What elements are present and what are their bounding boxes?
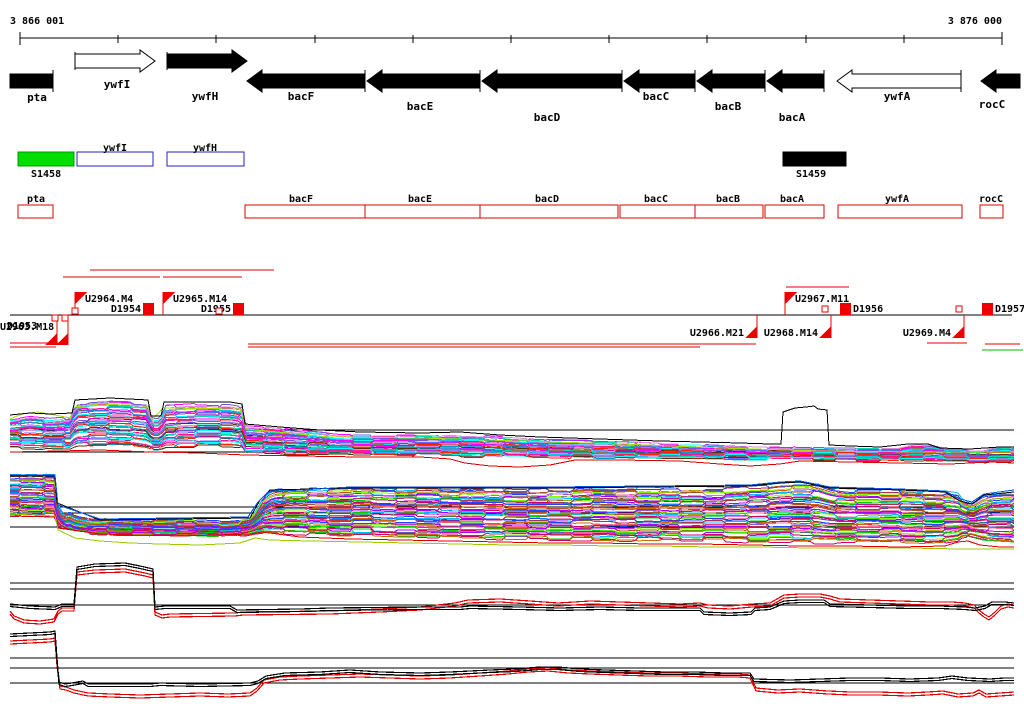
cds-label-bacD: bacD	[535, 194, 559, 205]
gene-ywfA[interactable]	[836, 69, 962, 93]
probe-track: U2964.M4U2965.M14U2967.M11D1954D1955D195…	[0, 269, 1024, 351]
gene-label-ywfA: ywfA	[884, 90, 911, 103]
cds-box-bacF[interactable]	[244, 204, 366, 219]
cds-label-ywfA: ywfA	[885, 194, 909, 205]
ratio-trace	[9, 571, 1015, 625]
probe-square-icon	[71, 307, 79, 315]
d-marker-box-icon	[982, 303, 993, 315]
segment-label-S1459: S1459	[796, 169, 826, 180]
cds-track: pta bacF bacE bacD bacC bacB bacA ywfA rocC	[17, 194, 1004, 219]
cds-box-pta[interactable]	[17, 204, 54, 219]
gene-label-bacA: bacA	[779, 111, 806, 124]
cds-label-pta: pta	[27, 194, 45, 205]
gene-label-bacD: bacD	[534, 111, 561, 124]
gene-bacB[interactable]	[696, 69, 766, 93]
probe-marker-U2969.M4[interactable]: U2969.M4	[903, 315, 965, 339]
gene-bacF[interactable]	[246, 69, 366, 93]
cds-label-rocC: rocC	[979, 194, 1003, 205]
probe-label: U2968.M14	[764, 328, 818, 339]
gene-bacE[interactable]	[366, 69, 481, 93]
cds-box-bacE[interactable]	[364, 204, 481, 219]
gene-bacC[interactable]	[623, 69, 696, 93]
d-marker-box-icon	[840, 303, 851, 315]
cds-box-rocC[interactable]	[979, 204, 1004, 219]
d-marker-box-icon	[143, 303, 154, 315]
probe-label: U2966.M21	[690, 328, 744, 339]
down-flag-icon	[819, 326, 831, 338]
probe-square-icon	[51, 314, 59, 322]
probe-marker-U2966.M21[interactable]: U2966.M21	[690, 315, 758, 339]
cds-label-bacB: bacB	[716, 194, 740, 205]
ruler-end-coordinate: 3 876 000	[948, 16, 1002, 27]
cds-label-bacF: bacF	[289, 194, 313, 205]
probe-label: D1953	[7, 321, 37, 332]
cds-label-bacE: bacE	[408, 194, 432, 205]
down-flag-icon	[56, 333, 68, 345]
segment-label-S1458: S1458	[31, 169, 61, 180]
d-marker-box-icon	[233, 303, 244, 315]
segment-label-ywfI: ywfI	[103, 143, 127, 154]
probe-label: D1956	[853, 304, 883, 315]
cds-label-bacC: bacC	[644, 194, 668, 205]
cds-box-bacC[interactable]	[619, 204, 696, 219]
segment-box-S1459[interactable]	[782, 151, 847, 167]
down-flag-icon	[745, 326, 757, 338]
gene-ywfI[interactable]	[74, 49, 156, 73]
gene-label-pta: pta	[27, 91, 47, 104]
cds-box-bacA[interactable]	[764, 204, 825, 219]
gene-label-rocC: rocC	[979, 98, 1006, 111]
ruler-start-coordinate: 3 866 001	[10, 16, 64, 27]
ratio-trace	[9, 564, 1015, 617]
segment-box-S1458[interactable]	[17, 151, 75, 167]
segment-track: S1458 ywfI ywfH S1459	[17, 143, 847, 180]
segment-box-ywfI[interactable]	[76, 151, 154, 167]
gene-bacA[interactable]	[766, 69, 825, 93]
gene-label-ywfH: ywfH	[192, 90, 219, 103]
gene-pta[interactable]	[9, 73, 54, 89]
segment-box-ywfH[interactable]	[166, 151, 245, 167]
ratio-trace	[9, 568, 1015, 622]
browser-canvas: 3 866 001 3 876 000 pta ywfI ywfH bacF bacE b…	[0, 16, 1024, 699]
cds-box-ywfA[interactable]	[837, 204, 963, 219]
probe-square-icon	[821, 305, 829, 313]
gene-rocC[interactable]	[980, 69, 1021, 93]
gene-label-bacB: bacB	[715, 100, 742, 113]
ratio-trace	[9, 637, 1015, 696]
gene-bacD[interactable]	[481, 69, 623, 93]
down-flag-icon	[952, 326, 964, 338]
probe-label: D1957	[995, 304, 1024, 315]
probe-marker-D1957[interactable]: D1957	[982, 303, 1024, 315]
gene-label-bacE: bacE	[407, 100, 434, 113]
probe-label: D1954	[111, 304, 141, 315]
gene-track: pta ywfI ywfH bacF bacE bacD bacC bacB bacA ywfA r…	[9, 49, 1021, 124]
down-flag-icon	[45, 333, 57, 345]
probe-square-icon	[215, 307, 223, 315]
gene-label-bacF: bacF	[288, 90, 315, 103]
genome-browser: 3 866 001 3 876 000 pta ywfI ywfH bacF bacE b…	[0, 0, 1024, 714]
ruler-track	[19, 32, 1003, 45]
cds-label-bacA: bacA	[780, 194, 804, 205]
probe-square-icon	[955, 305, 963, 313]
cds-box-bacD[interactable]	[479, 204, 619, 219]
probe-marker-D1956[interactable]: D1956	[840, 303, 883, 315]
probe-marker-U2967.M11[interactable]: U2967.M11	[784, 292, 849, 315]
gene-label-ywfI: ywfI	[104, 78, 131, 91]
gene-ywfH[interactable]	[166, 49, 248, 73]
cds-box-bacB[interactable]	[694, 204, 764, 219]
probe-marker-D1954[interactable]: D1954	[111, 303, 154, 315]
signal-plots	[9, 397, 1015, 699]
probe-label: U2969.M4	[903, 328, 951, 339]
probe-square-icon	[61, 314, 69, 322]
probe-marker-U2968.M14[interactable]: U2968.M14	[764, 315, 832, 339]
segment-label-ywfH: ywfH	[193, 143, 217, 154]
gene-label-bacC: bacC	[643, 90, 670, 103]
